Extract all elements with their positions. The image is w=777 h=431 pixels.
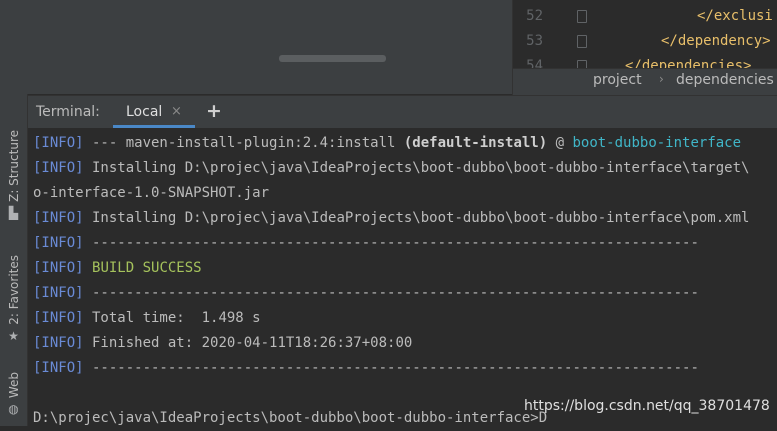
terminal-title: Terminal: — [36, 104, 100, 120]
breadcrumb-item[interactable]: dependencies — [676, 72, 774, 88]
line-number: 53 — [526, 33, 543, 49]
watermark: https://blog.csdn.net/qq_38701478 — [524, 398, 770, 414]
tab-label: Local — [126, 104, 163, 120]
terminal-line: [INFO] Finished at: 2020-04-11T18:26:37+… — [33, 331, 412, 356]
terminal-line: [INFO] ---------------------------------… — [33, 281, 699, 306]
web-label: Web — [6, 372, 21, 399]
chevron-right-icon: › — [659, 72, 664, 86]
log-text: Installing D:\projec\java\IdeaProjects\b… — [83, 160, 750, 176]
terminal-line: [INFO] BUILD SUCCESS — [33, 256, 202, 281]
fold-marker-icon[interactable] — [577, 10, 587, 23]
terminal-header: Terminal: Local × + — [28, 95, 777, 129]
breadcrumb-item[interactable]: project — [593, 72, 642, 88]
terminal-line: [INFO] --- maven-install-plugin:2.4:inst… — [33, 131, 741, 156]
tool-window-strip: Z: Structure ▙ 2: Favorites ★ Web ◍ — [0, 0, 28, 426]
log-text: ----------------------------------------… — [83, 235, 699, 251]
terminal-line: [INFO] Installing D:\projec\java\IdeaPro… — [33, 206, 749, 231]
log-text: o-interface-1.0-SNAPSHOT.jar — [33, 185, 270, 201]
log-tag: [INFO] — [33, 360, 84, 376]
editor-line: 52 </exclusi — [513, 3, 777, 29]
log-tag: [INFO] — [33, 260, 84, 276]
module-name: boot-dubbo-interface — [572, 135, 742, 151]
web-tool-button[interactable]: Web ◍ — [0, 372, 27, 416]
structure-tool-button[interactable]: Z: Structure ▙ — [0, 130, 27, 220]
log-text: Total time: 1.498 s — [83, 310, 261, 326]
editor-line: 53 </dependency> — [513, 28, 777, 54]
structure-label: Z: Structure — [6, 130, 21, 202]
log-text: Installing D:\projec\java\IdeaProjects\b… — [83, 210, 750, 226]
horizontal-scrollbar[interactable] — [279, 55, 386, 62]
log-text: --- maven-install-plugin:2.4:install — [83, 135, 404, 151]
favorites-label: 2: Favorites — [6, 255, 21, 325]
terminal-line: o-interface-1.0-SNAPSHOT.jar — [33, 181, 269, 206]
favorites-tool-button[interactable]: 2: Favorites ★ — [0, 255, 27, 343]
log-tag: [INFO] — [33, 135, 84, 151]
code-text: </dependency> — [661, 33, 771, 49]
close-icon[interactable]: × — [171, 104, 182, 119]
build-status: BUILD SUCCESS — [92, 260, 202, 276]
log-tag: [INFO] — [33, 285, 84, 301]
fold-marker-icon[interactable] — [577, 60, 587, 68]
terminal-line: [INFO] ---------------------------------… — [33, 231, 699, 256]
terminal-line: [INFO] Total time: 1.498 s — [33, 306, 261, 331]
terminal-output[interactable]: [INFO] --- maven-install-plugin:2.4:inst… — [28, 128, 777, 426]
new-tab-button[interactable]: + — [206, 100, 222, 122]
tab-local[interactable]: Local × — [113, 96, 195, 128]
terminal-line: [INFO] ---------------------------------… — [33, 356, 699, 381]
structure-icon: ▙ — [8, 205, 19, 220]
log-tag: [INFO] — [33, 235, 84, 251]
log-text: Finished at: 2020-04-11T18:26:37+08:00 — [83, 335, 413, 351]
terminal-line: [INFO] Installing D:\projec\java\IdeaPro… — [33, 156, 749, 181]
line-number: 52 — [526, 8, 543, 24]
fold-marker-icon[interactable] — [577, 35, 587, 48]
line-number: 54 — [526, 58, 543, 68]
code-text: </exclusi — [697, 8, 773, 24]
editor-line: 54 </dependencies> — [513, 53, 777, 68]
code-text: </dependencies> — [625, 58, 752, 68]
log-text: ----------------------------------------… — [83, 285, 699, 301]
log-tag: [INFO] — [33, 335, 84, 351]
log-text: ----------------------------------------… — [83, 360, 699, 376]
terminal-prompt[interactable]: D:\projec\java\IdeaProjects\boot-dubbo\b… — [33, 406, 547, 431]
execution-id: (default-install) — [403, 135, 548, 151]
prompt-text: D:\projec\java\IdeaProjects\boot-dubbo\b… — [33, 410, 548, 426]
project-panel — [27, 0, 512, 94]
log-tag: [INFO] — [33, 160, 84, 176]
log-text: @ — [547, 135, 573, 151]
log-tag: [INFO] — [33, 310, 84, 326]
star-icon: ★ — [8, 328, 19, 343]
breadcrumb: project › dependencies — [512, 68, 777, 95]
globe-icon: ◍ — [8, 402, 19, 417]
code-editor[interactable]: 52 </exclusi 53 </dependency> 54 </depen… — [512, 0, 777, 68]
log-tag: [INFO] — [33, 210, 84, 226]
